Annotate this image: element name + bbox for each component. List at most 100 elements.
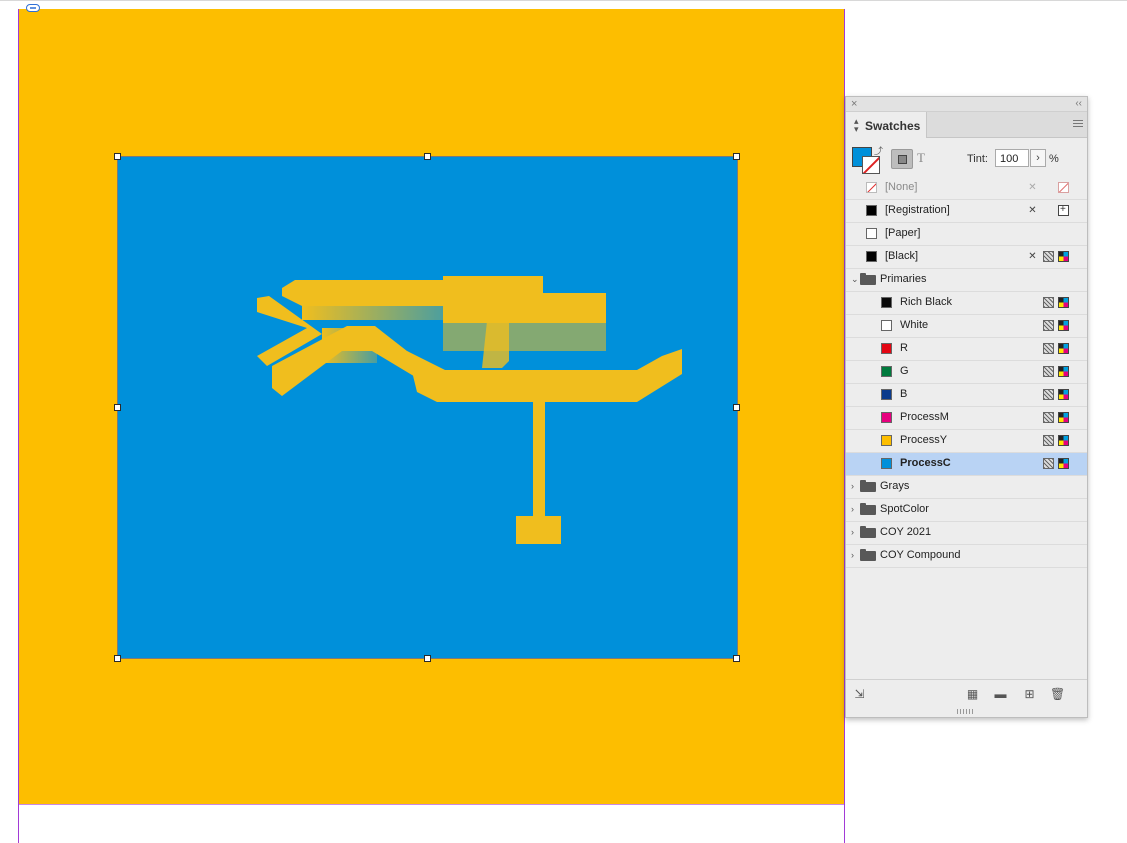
handle-bottom-left[interactable] [114, 655, 121, 662]
cmyk-icon [1058, 458, 1069, 469]
folder-icon [860, 549, 876, 561]
swatch-view-icon[interactable]: ▦ [966, 688, 979, 700]
formatting-text-button[interactable]: T [917, 150, 925, 166]
tab-stepper-icon: ▴ ▾ [854, 116, 859, 134]
non-editable-icon: ✕ [1028, 182, 1037, 193]
panel-tab-bar: ▴ ▾ Swatches [846, 112, 1087, 138]
cmyk-icon [1058, 366, 1069, 377]
trash-icon[interactable]: 🗑 [1050, 688, 1065, 700]
non-editable-icon: ✕ [1028, 251, 1037, 262]
none-chip [866, 182, 877, 193]
swatch-row-rich-black[interactable]: Rich Black [846, 292, 1087, 315]
place-swatch-icon[interactable]: ⇲ [853, 688, 866, 700]
swatch-row-r[interactable]: R [846, 338, 1087, 361]
group-label: SpotColor [880, 503, 929, 515]
non-editable-icon: ✕ [1028, 205, 1037, 216]
tab-swatches-label: Swatches [865, 119, 921, 133]
chevron-right-icon[interactable]: › [851, 504, 854, 515]
cmyk-icon [1058, 389, 1069, 400]
folder-icon [860, 503, 876, 515]
swatch-label: G [900, 365, 909, 377]
formatting-container-button[interactable] [891, 149, 913, 169]
process-color-icon [1043, 435, 1054, 446]
swap-fill-stroke-icon[interactable]: ⤴ [874, 144, 883, 157]
stroke-none-swatch[interactable] [862, 156, 880, 174]
process-color-icon [1043, 389, 1054, 400]
folder-icon [860, 273, 876, 285]
swatch-group-coy-compound[interactable]: › COY Compound [846, 545, 1087, 568]
swatch-group-coy-2021[interactable]: › COY 2021 [846, 522, 1087, 545]
swatch-label: [None] [885, 181, 918, 193]
handle-top-left[interactable] [114, 153, 121, 160]
process-color-icon [1043, 366, 1054, 377]
black-chip [866, 251, 877, 262]
collapse-panel-icon[interactable]: ‹‹ [1075, 97, 1082, 111]
handle-top-center[interactable] [424, 153, 431, 160]
close-icon[interactable]: × [851, 97, 857, 111]
chevron-down-icon[interactable]: ⌄ [851, 274, 859, 285]
color-chip [881, 389, 892, 400]
swatches-panel: × ‹‹ ▴ ▾ Swatches ⤴ T Tint: 100 › % [None… [845, 96, 1088, 718]
color-chip [881, 297, 892, 308]
handle-top-right[interactable] [733, 153, 740, 160]
handle-bottom-right[interactable] [733, 655, 740, 662]
swatch-label: ProcessY [900, 434, 948, 446]
page-bleed-guide-left [18, 9, 19, 843]
swatch-label: [Paper] [885, 227, 921, 239]
swatch-row-none[interactable]: [None] ✕ [846, 177, 1087, 200]
group-label: Grays [880, 480, 910, 492]
swatch-row-registration[interactable]: [Registration] ✕ [846, 200, 1087, 223]
color-chip [881, 320, 892, 331]
panel-menu-icon[interactable] [1073, 120, 1083, 128]
chevron-right-icon[interactable]: › [851, 550, 854, 561]
swatch-row-processm[interactable]: ProcessM [846, 407, 1087, 430]
page-bottom-guide [18, 804, 845, 805]
tint-unit: % [1049, 153, 1059, 165]
machine-gun-artwork [257, 276, 682, 544]
cmyk-icon [1058, 435, 1069, 446]
process-color-icon [1043, 412, 1054, 423]
group-label: COY 2021 [880, 526, 932, 538]
color-chip [881, 435, 892, 446]
swatch-group-primaries[interactable]: ⌄ Primaries [846, 269, 1087, 292]
color-chip [881, 343, 892, 354]
swatch-row-white[interactable]: White [846, 315, 1087, 338]
handle-bottom-center[interactable] [424, 655, 431, 662]
swatch-row-processy[interactable]: ProcessY [846, 430, 1087, 453]
resize-grip[interactable] [957, 709, 975, 714]
swatch-list: [None] ✕ [Registration] ✕ [Paper] [Black… [846, 177, 1087, 568]
handle-middle-left[interactable] [114, 404, 121, 411]
swatch-label: Rich Black [900, 296, 952, 308]
tint-slider-toggle[interactable]: › [1030, 149, 1046, 167]
panel-bottom-toolbar: ⇲ ▦ ▬ ⊞ 🗑 [846, 679, 1087, 710]
swatch-row-g[interactable]: G [846, 361, 1087, 384]
panel-title-bar[interactable]: × ‹‹ [846, 97, 1087, 112]
paper-chip [866, 228, 877, 239]
handle-middle-right[interactable] [733, 404, 740, 411]
folder-icon [860, 526, 876, 538]
process-color-icon [1043, 297, 1054, 308]
swatch-group-grays[interactable]: › Grays [846, 476, 1087, 499]
new-swatch-icon[interactable]: ⊞ [1023, 688, 1036, 700]
chevron-right-icon[interactable]: › [851, 527, 854, 538]
swatch-row-paper[interactable]: [Paper] [846, 223, 1087, 246]
swatch-label: White [900, 319, 929, 331]
swatch-label: [Registration] [885, 204, 950, 216]
swatch-row-processc[interactable]: ProcessC [846, 453, 1087, 476]
swatch-label: [Black] [885, 250, 919, 262]
image-frame[interactable] [117, 156, 737, 658]
color-chip [881, 366, 892, 377]
color-chip [881, 412, 892, 423]
tint-input[interactable]: 100 [995, 149, 1029, 167]
link-icon[interactable] [26, 4, 40, 12]
registration-chip [866, 205, 877, 216]
tab-swatches[interactable]: ▴ ▾ Swatches [846, 112, 927, 138]
cmyk-icon [1058, 251, 1069, 262]
swatch-row-b[interactable]: B [846, 384, 1087, 407]
swatch-group-spotcolor[interactable]: › SpotColor [846, 499, 1087, 522]
swatch-row-black[interactable]: [Black] ✕ [846, 246, 1087, 269]
chevron-right-icon[interactable]: › [851, 481, 854, 492]
new-color-group-icon[interactable]: ▬ [994, 688, 1007, 700]
process-color-icon [1043, 343, 1054, 354]
swatch-label: ProcessC [900, 457, 951, 469]
